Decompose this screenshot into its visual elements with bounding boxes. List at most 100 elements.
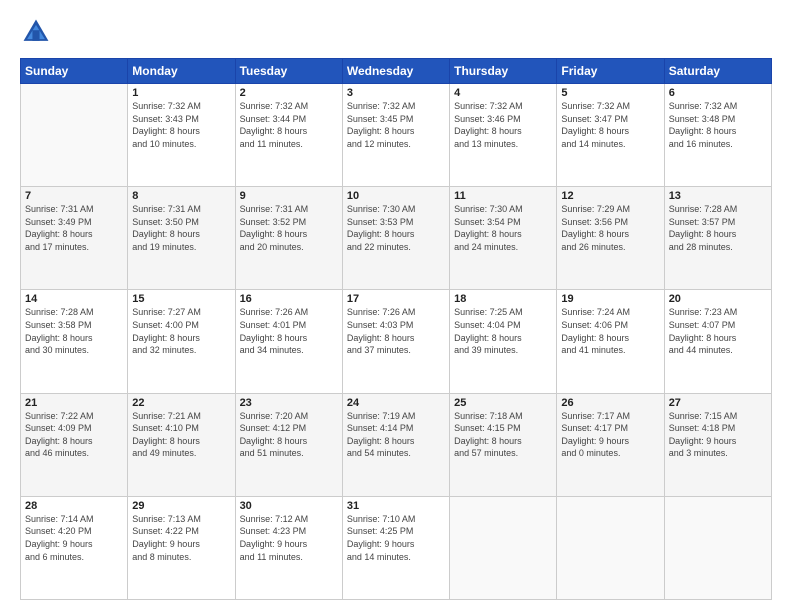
day-number: 28	[25, 500, 123, 512]
day-cell: 4Sunrise: 7:32 AM Sunset: 3:46 PM Daylig…	[450, 84, 557, 187]
week-row-2: 14Sunrise: 7:28 AM Sunset: 3:58 PM Dayli…	[21, 290, 772, 393]
day-cell	[21, 84, 128, 187]
day-number: 30	[240, 500, 338, 512]
day-info: Sunrise: 7:32 AM Sunset: 3:43 PM Dayligh…	[132, 100, 230, 150]
day-info: Sunrise: 7:31 AM Sunset: 3:49 PM Dayligh…	[25, 203, 123, 253]
day-number: 2	[240, 87, 338, 99]
day-number: 1	[132, 87, 230, 99]
day-cell: 11Sunrise: 7:30 AM Sunset: 3:54 PM Dayli…	[450, 187, 557, 290]
day-info: Sunrise: 7:13 AM Sunset: 4:22 PM Dayligh…	[132, 513, 230, 563]
day-number: 24	[347, 397, 445, 409]
day-cell: 17Sunrise: 7:26 AM Sunset: 4:03 PM Dayli…	[342, 290, 449, 393]
week-row-4: 28Sunrise: 7:14 AM Sunset: 4:20 PM Dayli…	[21, 496, 772, 599]
day-info: Sunrise: 7:22 AM Sunset: 4:09 PM Dayligh…	[25, 410, 123, 460]
day-cell: 10Sunrise: 7:30 AM Sunset: 3:53 PM Dayli…	[342, 187, 449, 290]
weekday-header-monday: Monday	[128, 59, 235, 84]
day-info: Sunrise: 7:31 AM Sunset: 3:52 PM Dayligh…	[240, 203, 338, 253]
day-cell: 14Sunrise: 7:28 AM Sunset: 3:58 PM Dayli…	[21, 290, 128, 393]
day-number: 11	[454, 190, 552, 202]
day-number: 21	[25, 397, 123, 409]
day-number: 5	[561, 87, 659, 99]
day-number: 27	[669, 397, 767, 409]
page: SundayMondayTuesdayWednesdayThursdayFrid…	[0, 0, 792, 612]
week-row-3: 21Sunrise: 7:22 AM Sunset: 4:09 PM Dayli…	[21, 393, 772, 496]
day-number: 4	[454, 87, 552, 99]
day-cell: 18Sunrise: 7:25 AM Sunset: 4:04 PM Dayli…	[450, 290, 557, 393]
weekday-header-friday: Friday	[557, 59, 664, 84]
day-info: Sunrise: 7:20 AM Sunset: 4:12 PM Dayligh…	[240, 410, 338, 460]
day-cell: 26Sunrise: 7:17 AM Sunset: 4:17 PM Dayli…	[557, 393, 664, 496]
day-cell: 20Sunrise: 7:23 AM Sunset: 4:07 PM Dayli…	[664, 290, 771, 393]
day-cell: 19Sunrise: 7:24 AM Sunset: 4:06 PM Dayli…	[557, 290, 664, 393]
day-cell: 9Sunrise: 7:31 AM Sunset: 3:52 PM Daylig…	[235, 187, 342, 290]
day-number: 29	[132, 500, 230, 512]
day-cell: 29Sunrise: 7:13 AM Sunset: 4:22 PM Dayli…	[128, 496, 235, 599]
day-number: 18	[454, 293, 552, 305]
day-info: Sunrise: 7:18 AM Sunset: 4:15 PM Dayligh…	[454, 410, 552, 460]
day-number: 3	[347, 87, 445, 99]
day-cell: 25Sunrise: 7:18 AM Sunset: 4:15 PM Dayli…	[450, 393, 557, 496]
day-info: Sunrise: 7:15 AM Sunset: 4:18 PM Dayligh…	[669, 410, 767, 460]
week-row-1: 7Sunrise: 7:31 AM Sunset: 3:49 PM Daylig…	[21, 187, 772, 290]
weekday-header-wednesday: Wednesday	[342, 59, 449, 84]
day-info: Sunrise: 7:17 AM Sunset: 4:17 PM Dayligh…	[561, 410, 659, 460]
day-cell: 16Sunrise: 7:26 AM Sunset: 4:01 PM Dayli…	[235, 290, 342, 393]
day-cell: 1Sunrise: 7:32 AM Sunset: 3:43 PM Daylig…	[128, 84, 235, 187]
weekday-header-saturday: Saturday	[664, 59, 771, 84]
weekday-header-tuesday: Tuesday	[235, 59, 342, 84]
day-number: 9	[240, 190, 338, 202]
day-number: 25	[454, 397, 552, 409]
day-number: 7	[25, 190, 123, 202]
day-number: 26	[561, 397, 659, 409]
day-cell: 13Sunrise: 7:28 AM Sunset: 3:57 PM Dayli…	[664, 187, 771, 290]
day-cell: 8Sunrise: 7:31 AM Sunset: 3:50 PM Daylig…	[128, 187, 235, 290]
day-info: Sunrise: 7:32 AM Sunset: 3:48 PM Dayligh…	[669, 100, 767, 150]
day-info: Sunrise: 7:32 AM Sunset: 3:45 PM Dayligh…	[347, 100, 445, 150]
day-cell: 12Sunrise: 7:29 AM Sunset: 3:56 PM Dayli…	[557, 187, 664, 290]
day-info: Sunrise: 7:26 AM Sunset: 4:01 PM Dayligh…	[240, 306, 338, 356]
day-info: Sunrise: 7:29 AM Sunset: 3:56 PM Dayligh…	[561, 203, 659, 253]
day-info: Sunrise: 7:28 AM Sunset: 3:58 PM Dayligh…	[25, 306, 123, 356]
calendar-table: SundayMondayTuesdayWednesdayThursdayFrid…	[20, 58, 772, 600]
day-info: Sunrise: 7:30 AM Sunset: 3:53 PM Dayligh…	[347, 203, 445, 253]
weekday-header-sunday: Sunday	[21, 59, 128, 84]
day-cell: 3Sunrise: 7:32 AM Sunset: 3:45 PM Daylig…	[342, 84, 449, 187]
day-number: 31	[347, 500, 445, 512]
day-number: 15	[132, 293, 230, 305]
day-number: 14	[25, 293, 123, 305]
day-number: 6	[669, 87, 767, 99]
day-info: Sunrise: 7:19 AM Sunset: 4:14 PM Dayligh…	[347, 410, 445, 460]
day-cell: 7Sunrise: 7:31 AM Sunset: 3:49 PM Daylig…	[21, 187, 128, 290]
day-number: 12	[561, 190, 659, 202]
weekday-header-row: SundayMondayTuesdayWednesdayThursdayFrid…	[21, 59, 772, 84]
day-cell	[450, 496, 557, 599]
day-cell	[664, 496, 771, 599]
day-info: Sunrise: 7:30 AM Sunset: 3:54 PM Dayligh…	[454, 203, 552, 253]
day-info: Sunrise: 7:27 AM Sunset: 4:00 PM Dayligh…	[132, 306, 230, 356]
day-info: Sunrise: 7:25 AM Sunset: 4:04 PM Dayligh…	[454, 306, 552, 356]
week-row-0: 1Sunrise: 7:32 AM Sunset: 3:43 PM Daylig…	[21, 84, 772, 187]
day-number: 20	[669, 293, 767, 305]
day-info: Sunrise: 7:32 AM Sunset: 3:47 PM Dayligh…	[561, 100, 659, 150]
day-info: Sunrise: 7:32 AM Sunset: 3:44 PM Dayligh…	[240, 100, 338, 150]
day-info: Sunrise: 7:28 AM Sunset: 3:57 PM Dayligh…	[669, 203, 767, 253]
day-cell: 31Sunrise: 7:10 AM Sunset: 4:25 PM Dayli…	[342, 496, 449, 599]
day-cell: 22Sunrise: 7:21 AM Sunset: 4:10 PM Dayli…	[128, 393, 235, 496]
day-info: Sunrise: 7:21 AM Sunset: 4:10 PM Dayligh…	[132, 410, 230, 460]
day-number: 23	[240, 397, 338, 409]
header	[20, 16, 772, 48]
day-cell: 6Sunrise: 7:32 AM Sunset: 3:48 PM Daylig…	[664, 84, 771, 187]
day-number: 13	[669, 190, 767, 202]
day-number: 22	[132, 397, 230, 409]
day-cell: 24Sunrise: 7:19 AM Sunset: 4:14 PM Dayli…	[342, 393, 449, 496]
day-info: Sunrise: 7:12 AM Sunset: 4:23 PM Dayligh…	[240, 513, 338, 563]
day-info: Sunrise: 7:24 AM Sunset: 4:06 PM Dayligh…	[561, 306, 659, 356]
logo	[20, 16, 56, 48]
day-number: 10	[347, 190, 445, 202]
day-cell: 27Sunrise: 7:15 AM Sunset: 4:18 PM Dayli…	[664, 393, 771, 496]
day-cell	[557, 496, 664, 599]
day-info: Sunrise: 7:14 AM Sunset: 4:20 PM Dayligh…	[25, 513, 123, 563]
day-number: 17	[347, 293, 445, 305]
day-number: 19	[561, 293, 659, 305]
day-cell: 15Sunrise: 7:27 AM Sunset: 4:00 PM Dayli…	[128, 290, 235, 393]
